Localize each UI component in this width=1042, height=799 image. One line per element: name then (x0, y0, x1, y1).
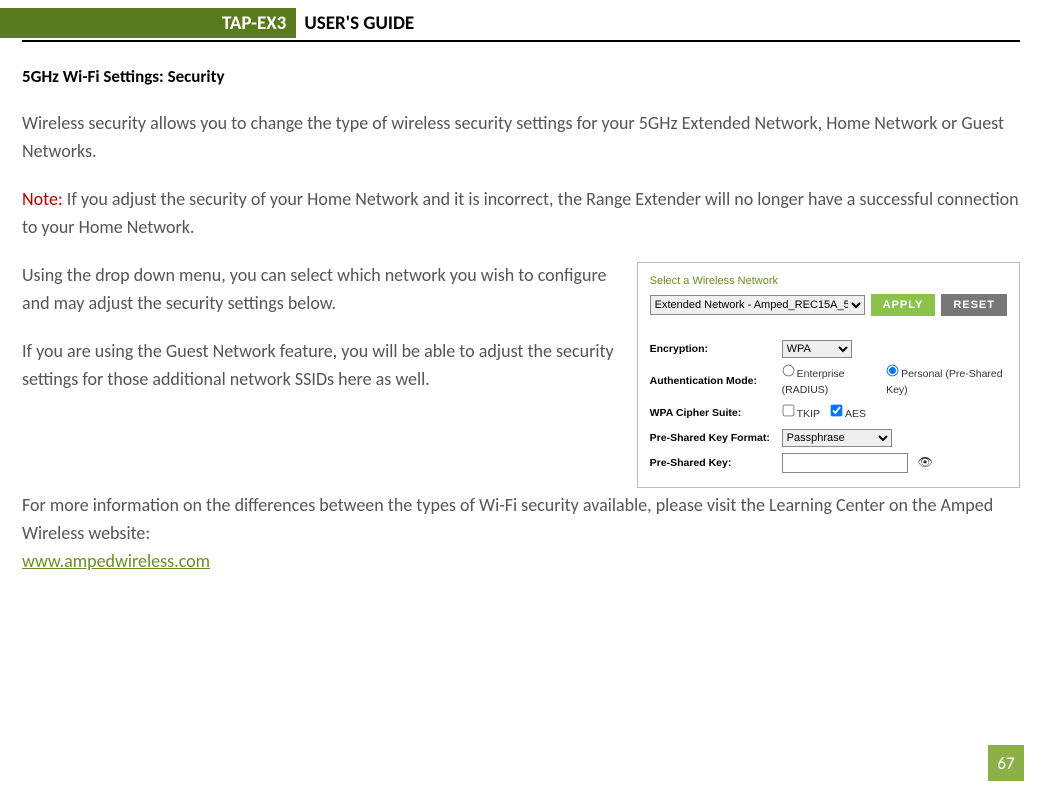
auth-label: Authentication Mode: (650, 373, 778, 389)
cipher-tkip-checkbox[interactable] (782, 405, 794, 417)
encryption-label: Encryption: (650, 341, 778, 357)
panel-select-label: Select a Wireless Network (650, 273, 1007, 290)
cipher-label: WPA Cipher Suite: (650, 405, 778, 421)
note-paragraph: Note: If you adjust the security of your… (22, 186, 1020, 242)
cipher-tkip-option[interactable]: TKIP (782, 404, 820, 422)
website-link[interactable]: www.ampedwireless.com (22, 550, 210, 572)
settings-panel: Select a Wireless Network Extended Netwo… (637, 262, 1020, 488)
encryption-select[interactable]: WPA (782, 340, 852, 358)
cipher-tkip-text: TKIP (797, 408, 820, 420)
cipher-aes-option[interactable]: AES (830, 404, 866, 422)
apply-button[interactable]: APPLY (871, 294, 936, 316)
header-stripe (0, 8, 22, 38)
network-select[interactable]: Extended Network - Amped_REC15A_5.0 (650, 295, 865, 315)
note-text: If you adjust the security of your Home … (22, 188, 1019, 238)
section-heading: 5GHz Wi-Fi Settings: Security (22, 64, 1020, 90)
product-badge: TAP-EX3 (22, 8, 296, 38)
footer-text: For more information on the differences … (22, 494, 993, 544)
psk-value: 👁 (782, 453, 1007, 473)
auth-personal-radio[interactable] (887, 365, 899, 377)
page-content: 5GHz Wi-Fi Settings: Security Wireless s… (0, 42, 1042, 575)
eye-icon[interactable]: 👁 (918, 453, 933, 472)
auth-personal-text: Personal (Pre-Shared Key) (886, 368, 1003, 396)
two-column-row: Using the drop down menu, you can select… (22, 262, 1020, 488)
auth-value: Enterprise (RADIUS) Personal (Pre-Shared… (782, 364, 1007, 399)
cipher-aes-checkbox[interactable] (831, 405, 843, 417)
doc-title: USER'S GUIDE (296, 8, 414, 38)
auth-radius-option[interactable]: Enterprise (RADIUS) (782, 364, 878, 399)
intro-paragraph: Wireless security allows you to change t… (22, 110, 1020, 166)
auth-radius-radio[interactable] (782, 365, 794, 377)
reset-button[interactable]: RESET (941, 294, 1007, 316)
encryption-value: WPA (782, 340, 1007, 358)
guest-paragraph: If you are using the Guest Network featu… (22, 338, 621, 394)
cipher-value: TKIP AES (782, 404, 1007, 422)
cipher-aes-text: AES (845, 408, 866, 420)
psk-input[interactable] (782, 453, 908, 473)
note-label: Note: (22, 188, 63, 210)
psk-format-select[interactable]: Passphrase (782, 429, 892, 447)
panel-top-row: Extended Network - Amped_REC15A_5.0 APPL… (650, 294, 1007, 316)
dropdown-paragraph: Using the drop down menu, you can select… (22, 262, 621, 318)
footer-paragraph: For more information on the differences … (22, 492, 1020, 576)
psk-format-label: Pre-Shared Key Format: (650, 430, 778, 446)
panel-form: Encryption: WPA Authentication Mode: Ent… (650, 340, 1007, 473)
settings-panel-wrap: Select a Wireless Network Extended Netwo… (637, 262, 1020, 488)
panel-spacer (650, 322, 1007, 340)
psk-label: Pre-Shared Key: (650, 455, 778, 471)
psk-format-value: Passphrase (782, 429, 1007, 447)
left-column: Using the drop down menu, you can select… (22, 262, 621, 414)
page-number-badge: 67 (988, 745, 1024, 781)
page-header: TAP-EX3 USER'S GUIDE (0, 8, 1020, 38)
auth-personal-option[interactable]: Personal (Pre-Shared Key) (886, 364, 1007, 399)
